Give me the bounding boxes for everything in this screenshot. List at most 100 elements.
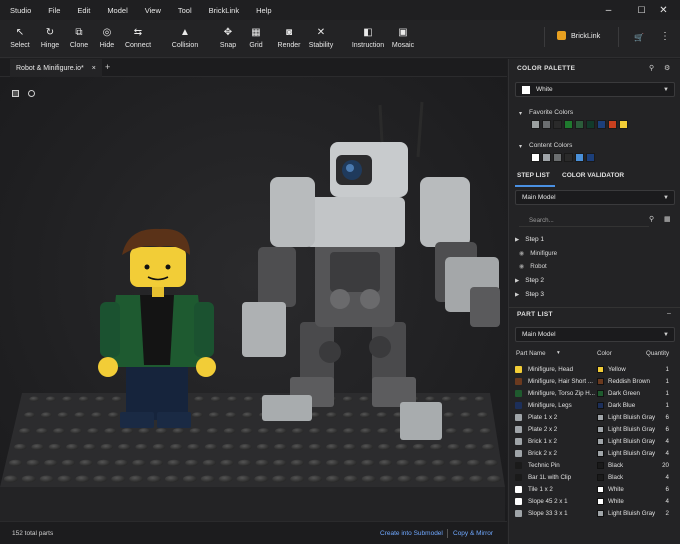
menu-bricklink[interactable]: BrickLink [199, 6, 246, 15]
part-quantity: 1 [665, 366, 669, 373]
step-model-item[interactable]: ◉ Minifigure [519, 250, 557, 257]
collapse-icon[interactable]: – [667, 310, 671, 317]
close-window-button[interactable]: ✕ [647, 0, 680, 20]
part-color-swatch [597, 426, 604, 433]
favorite-color-swatch[interactable] [531, 120, 540, 129]
col-quantity[interactable]: Quantity [646, 350, 669, 357]
step-model-item[interactable]: ◉ Robot [519, 263, 547, 270]
favorite-color-swatch[interactable] [608, 120, 617, 129]
chevron-down-icon: ▼ [663, 86, 669, 93]
cart-icon[interactable]: 🛒 [634, 33, 644, 42]
part-row[interactable]: Brick 2 x 2 Light Bluish Gray 4 [509, 448, 680, 460]
part-row[interactable]: Minifigure, Hair Short ... Reddish Brown 1 [509, 376, 680, 388]
menu-studio[interactable]: Studio [0, 6, 38, 15]
chevron-right-icon: ▶ [515, 291, 520, 298]
search-icon[interactable]: ⚲ [649, 215, 654, 223]
part-name: Technic Pin [528, 462, 560, 469]
sort-icon[interactable]: ▾ [557, 350, 560, 356]
step-search-input[interactable]: Search... [519, 214, 649, 227]
chevron-down-icon: ▼ [663, 194, 669, 201]
eye-icon[interactable]: ◉ [519, 263, 524, 270]
menu-edit[interactable]: Edit [67, 6, 97, 15]
favorite-color-swatch[interactable] [542, 120, 551, 129]
step-label: Step 1 [525, 236, 545, 243]
step-item[interactable]: ▶ Step 3 [515, 291, 544, 298]
step-item[interactable]: ▶ Step 2 [515, 277, 544, 284]
content-color-swatch[interactable] [531, 153, 540, 162]
3d-viewport[interactable] [0, 77, 507, 521]
orbit-icon[interactable] [28, 90, 35, 97]
part-name: Plate 1 x 2 [528, 414, 558, 421]
step-model-dropdown[interactable]: Main Model ▼ [515, 190, 675, 205]
part-row[interactable]: Minifigure, Head Yellow 1 [509, 364, 680, 376]
part-row[interactable]: Bar 1L with Clip Black 4 [509, 472, 680, 484]
part-icon [515, 438, 522, 445]
part-row[interactable]: Slope 33 3 x 1 Light Bluish Gray 2 [509, 508, 680, 520]
stability-tool-button[interactable]: ✕ Stability [300, 27, 342, 49]
view-cube-icon[interactable] [12, 90, 19, 97]
chevron-down-icon[interactable]: ▾ [519, 143, 522, 150]
favorite-colors-title: Favorite Colors [529, 109, 574, 116]
search-placeholder: Search... [529, 216, 554, 224]
part-row[interactable]: Technic Pin Black 20 [509, 460, 680, 472]
favorite-color-swatch[interactable] [619, 120, 628, 129]
close-tab-icon[interactable]: × [92, 65, 96, 72]
chevron-right-icon: ▶ [515, 236, 520, 243]
document-tab[interactable]: Robot & Minifigure.io* × [10, 59, 102, 77]
part-row[interactable]: Brick 1 x 2 Light Bluish Gray 4 [509, 436, 680, 448]
snap-icon: ✥ [223, 27, 233, 38]
content-color-swatch[interactable] [564, 153, 573, 162]
part-model-dropdown[interactable]: Main Model ▼ [515, 327, 675, 342]
toolbar-divider [618, 27, 619, 47]
chevron-down-icon[interactable]: ▾ [519, 110, 522, 117]
content-color-swatch[interactable] [575, 153, 584, 162]
part-color-swatch [597, 486, 604, 493]
menu-view[interactable]: View [135, 6, 168, 15]
connect-tool-button[interactable]: ⇆ Connect [117, 27, 159, 49]
step-item[interactable]: ▶ Step 1 [515, 236, 544, 243]
more-icon[interactable]: ⋮ [660, 31, 670, 42]
col-part-name[interactable]: Part Name [516, 350, 546, 357]
favorite-color-swatch[interactable] [597, 120, 606, 129]
copy-mirror-link[interactable]: Copy & Mirror [453, 530, 493, 537]
mosaic-tool-button[interactable]: ▣ Mosaic [382, 27, 424, 49]
menu-help[interactable]: Help [246, 6, 278, 15]
eye-icon[interactable]: ◉ [519, 250, 524, 257]
tab-color-validator[interactable]: COLOR VALIDATOR [562, 172, 624, 179]
favorite-color-swatch[interactable] [575, 120, 584, 129]
part-row[interactable]: Minifigure, Legs Dark Blue 1 [509, 400, 680, 412]
part-icon [515, 414, 522, 421]
menu-tool[interactable]: Tool [168, 6, 199, 15]
part-row[interactable]: Minifigure, Torso Zip H... Dark Green 1 [509, 388, 680, 400]
content-color-swatch[interactable] [586, 153, 595, 162]
col-color[interactable]: Color [597, 350, 612, 357]
step-list-options-icon[interactable]: ▦ [664, 215, 671, 223]
part-quantity: 6 [665, 414, 669, 421]
bricklink-button[interactable]: BrickLink [557, 31, 600, 40]
color-select-dropdown[interactable]: White ▼ [515, 82, 675, 97]
favorite-color-swatch[interactable] [586, 120, 595, 129]
part-quantity: 6 [665, 426, 669, 433]
part-quantity: 4 [665, 474, 669, 481]
tab-step-list[interactable]: STEP LIST [517, 172, 550, 179]
part-row[interactable]: Slope 45 2 x 1 White 4 [509, 496, 680, 508]
collision-tool-button[interactable]: ▲ Collision [164, 27, 206, 49]
part-color-swatch [597, 510, 604, 517]
part-color-swatch [597, 438, 604, 445]
palette-filter-icon[interactable]: ⚲ [649, 64, 654, 72]
menu-model[interactable]: Model [97, 6, 134, 15]
favorite-color-swatch[interactable] [564, 120, 573, 129]
menu-file[interactable]: File [38, 6, 67, 15]
content-color-swatch[interactable] [553, 153, 562, 162]
content-color-swatch[interactable] [542, 153, 551, 162]
part-row[interactable]: Plate 2 x 2 Light Bluish Gray 6 [509, 424, 680, 436]
add-tab-button[interactable]: + [105, 62, 110, 72]
create-submodel-link[interactable]: Create into Submodel [380, 530, 443, 537]
favorite-color-swatch[interactable] [553, 120, 562, 129]
palette-settings-icon[interactable]: ⚙ [664, 64, 670, 72]
part-row[interactable]: Tile 1 x 2 White 6 [509, 484, 680, 496]
part-row[interactable]: Plate 1 x 2 Light Bluish Gray 6 [509, 412, 680, 424]
minimize-button[interactable]: – [592, 0, 625, 20]
part-name: Minifigure, Legs [528, 402, 572, 409]
part-icon [515, 510, 522, 517]
